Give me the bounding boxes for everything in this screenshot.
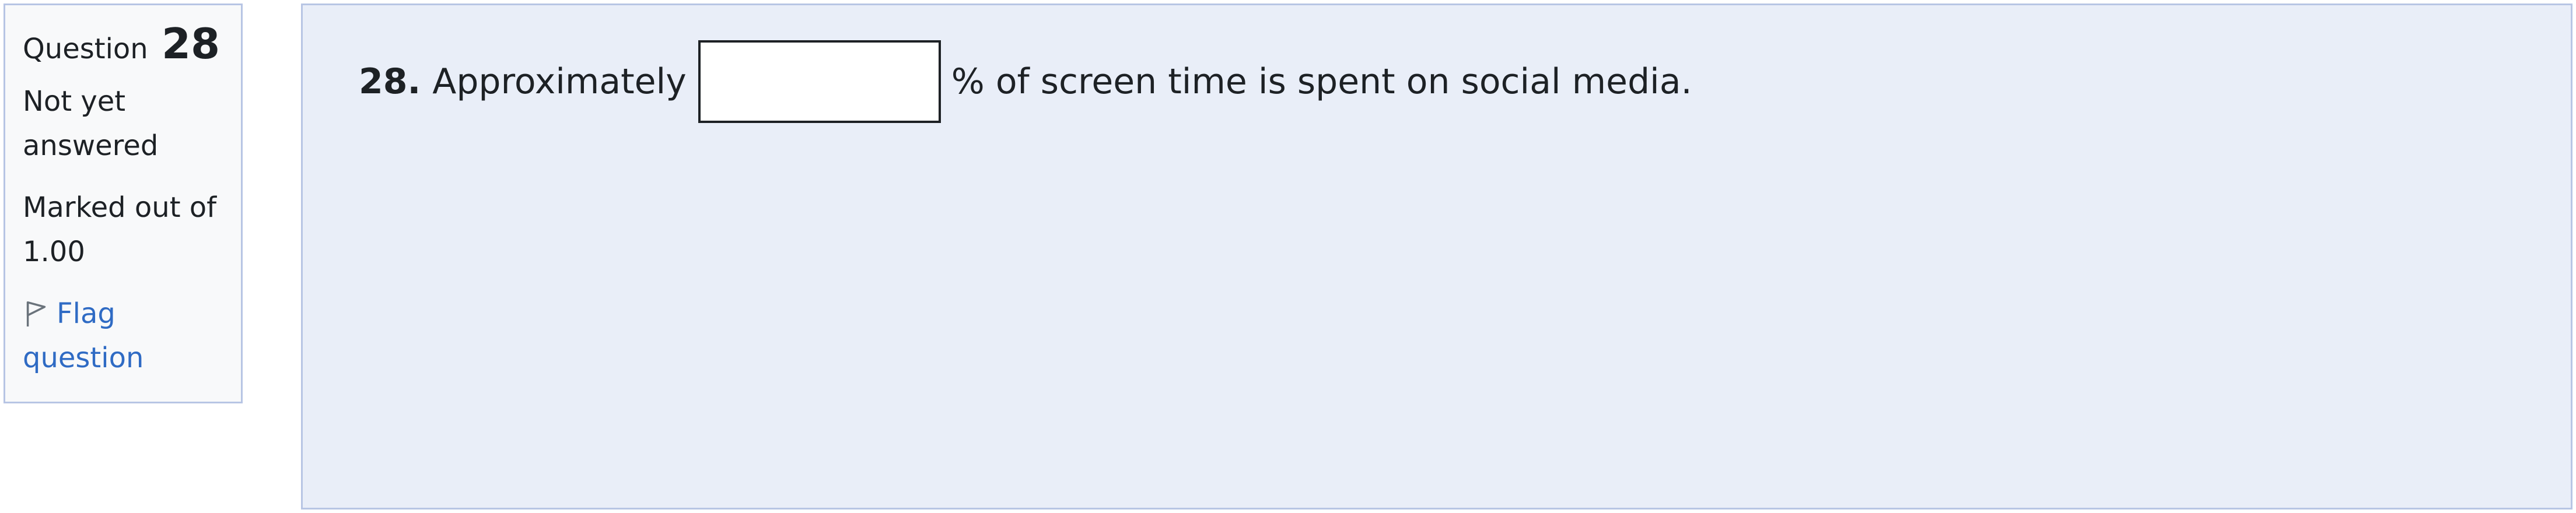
flag-question-link[interactable]: Flag question (23, 291, 223, 380)
question-text-before: Approximately (432, 61, 687, 102)
question-text-number: 28. (359, 61, 421, 102)
question-label: Question (23, 33, 148, 65)
question-content: 28. Approximately % of screen time is sp… (301, 3, 2572, 510)
question-state: Not yet answered (23, 85, 159, 162)
question-number-line: Question 28 (23, 22, 223, 71)
answer-input[interactable] (698, 40, 941, 123)
question-text-after: % of screen time is spent on social medi… (951, 61, 1692, 102)
question-number: 28 (161, 19, 220, 68)
flag-icon (23, 298, 51, 328)
question-grade: Marked out of 1.00 (23, 191, 217, 268)
question-info-panel: Question 28 Not yet answered Marked out … (4, 3, 243, 403)
question-text: 28. Approximately % of screen time is sp… (359, 40, 1692, 123)
